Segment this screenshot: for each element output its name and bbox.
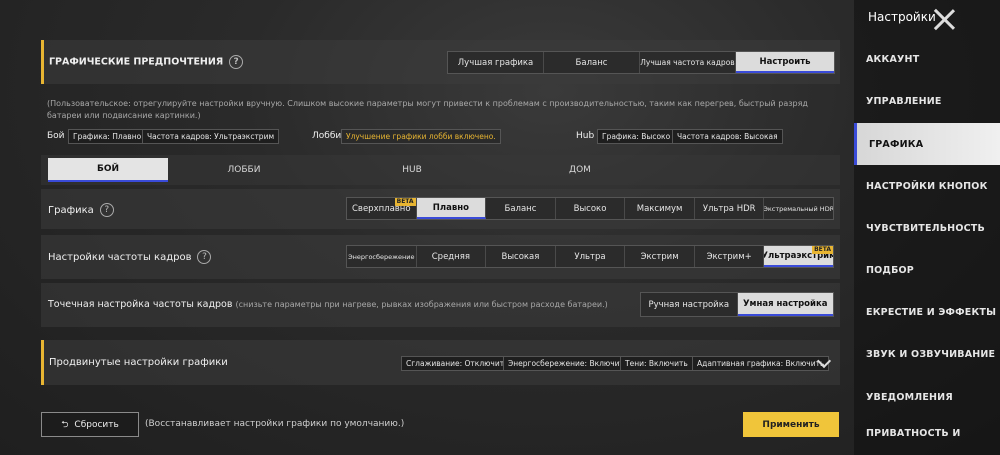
undo-icon: ⮌ [61,419,69,430]
prefs-option-balance[interactable]: Баланс [544,52,640,73]
fine-fps-selector: Ручная настройка Умная настройка [640,292,834,317]
fine-fps-label: Точечная настройка частоты кадров (снизь… [48,299,608,310]
summary-hub-fps: Частота кадров: Высокая [672,129,783,144]
prefs-option-best-fps[interactable]: Лучшая частота кадров [640,52,736,73]
help-icon[interactable]: ? [229,55,244,69]
fps-option-extreme[interactable]: Экстрим [625,246,695,267]
fine-fps-hint: (снизьте параметры при нагреве, рывках и… [235,300,608,309]
fps-option-ultra[interactable]: Ультра [556,246,626,267]
chevron-down-icon[interactable] [817,355,831,369]
fps-option-extreme-plus[interactable]: Экстрим+ [695,246,765,267]
advanced-tag-power-saving: Энергосбережение: Включить [503,356,634,371]
graphics-label: Графика? [48,203,114,217]
advanced-title: Продвинутые настройки графики [49,357,228,368]
sidebar-item-matchmaking[interactable]: ПОДБОР [854,249,1000,291]
prefs-title-text: ГРАФИЧЕСКИЕ ПРЕДПОЧТЕНИЯ [49,56,224,68]
fps-option-high[interactable]: Высокая [486,246,556,267]
tab-home[interactable]: ДОМ [520,158,640,182]
prefs-selector: Лучшая графика Баланс Лучшая частота кад… [447,51,835,74]
fps-option-ultra-extreme[interactable]: Ультраэкстрим BETA [764,246,834,267]
sidebar-item-sensitivity[interactable]: ЧУВСТВИТЕЛЬНОСТЬ [854,207,1000,249]
sidebar-item-button-settings[interactable]: НАСТРОЙКИ КНОПОК [854,165,1000,207]
summary-lobby-label: Лобби [312,131,342,141]
sidebar-item-audio[interactable]: ЗВУК И ОЗВУЧИВАНИЕ [854,333,1000,375]
summary-lobby-value: Улучшение графики лобби включено. [341,129,501,144]
summary-hub-label: Hub [576,131,595,141]
help-icon[interactable]: ? [197,250,212,264]
advanced-tag-antialiasing: Сглаживание: Отключить [401,356,514,371]
sidebar-item-graphics[interactable]: ГРАФИКА [854,123,1000,165]
reset-button[interactable]: ⮌ Сбросить [41,412,139,437]
advanced-tag-adaptive: Адаптивная графика: Включить [692,356,830,371]
summary-battle-label: Бой [47,131,65,141]
help-icon[interactable]: ? [99,203,114,217]
fps-label-text: Настройки частоты кадров [48,252,192,263]
settings-screen: Настройки АККАУНТ УПРАВЛЕНИЕ ГРАФИКА НАС… [0,0,1000,455]
beta-badge: BETA [394,198,416,206]
prefs-description: (Пользовательское: отрегулируйте настрой… [47,99,808,120]
graphics-option-balance[interactable]: Баланс [486,198,556,219]
graphics-option-high[interactable]: Высоко [556,198,626,219]
tab-hub[interactable]: HUB [352,158,472,182]
fps-option-power-saving[interactable]: Энергосбережение [347,246,417,267]
close-icon[interactable] [932,7,956,31]
reset-button-label: Сбросить [74,419,119,430]
mode-tabs: БОЙ ЛОББИ HUB ДОМ [48,158,833,182]
graphics-option-ultra-smooth[interactable]: Сверхплавно BETA [347,198,417,219]
beta-badge: BETA [812,246,834,254]
fps-label: Настройки частоты кадров? [48,250,212,264]
summary-hub-graphics: Графика: Высоко [597,129,676,144]
prefs-title: ГРАФИЧЕСКИЕ ПРЕДПОЧТЕНИЯ? [49,55,244,69]
graphics-label-text: Графика [48,205,94,216]
reset-hint: (Восстанавливает настройки графики по ум… [145,419,405,429]
fps-option-medium[interactable]: Средняя [417,246,487,267]
prefs-option-custom[interactable]: Настроить [736,52,834,73]
prefs-option-best-graphics[interactable]: Лучшая графика [448,52,544,73]
tab-lobby[interactable]: ЛОББИ [184,158,304,182]
sidebar-item-privacy[interactable]: ПРИВАТНОСТЬ И [854,412,1000,454]
summary-battle-graphics: Графика: Плавно [68,129,147,144]
apply-button[interactable]: Применить [743,412,839,437]
fps-selector: Энергосбережение Средняя Высокая Ультра … [346,245,834,268]
tab-battle[interactable]: БОЙ [48,158,168,182]
sidebar-item-crosshair[interactable]: ЕКРЕСТИЕ И ЭФФЕКТЫ [854,291,1000,333]
fine-fps-label-text: Точечная настройка частоты кадров [48,299,233,310]
graphics-option-max[interactable]: Максимум [625,198,695,219]
sidebar-title: Настройки [868,10,936,24]
fine-fps-option-manual[interactable]: Ручная настройка [641,293,738,316]
sidebar-item-controls[interactable]: УПРАВЛЕНИЕ [854,80,1000,122]
graphics-selector: Сверхплавно BETA Плавно Баланс Высоко Мак… [346,197,834,220]
graphics-option-extreme-hdr[interactable]: Экстремальный HDR [764,198,833,219]
sidebar-item-account[interactable]: АККАУНТ [854,38,1000,80]
fine-fps-option-smart[interactable]: Умная настройка [737,293,833,316]
advanced-tag-shadows: Тени: Включить [620,356,693,371]
summary-battle-fps: Частота кадров: Ультраэкстрим [142,129,280,144]
graphics-option-smooth[interactable]: Плавно [416,198,487,219]
graphics-option-ultra-hdr[interactable]: Ультра HDR [695,198,765,219]
